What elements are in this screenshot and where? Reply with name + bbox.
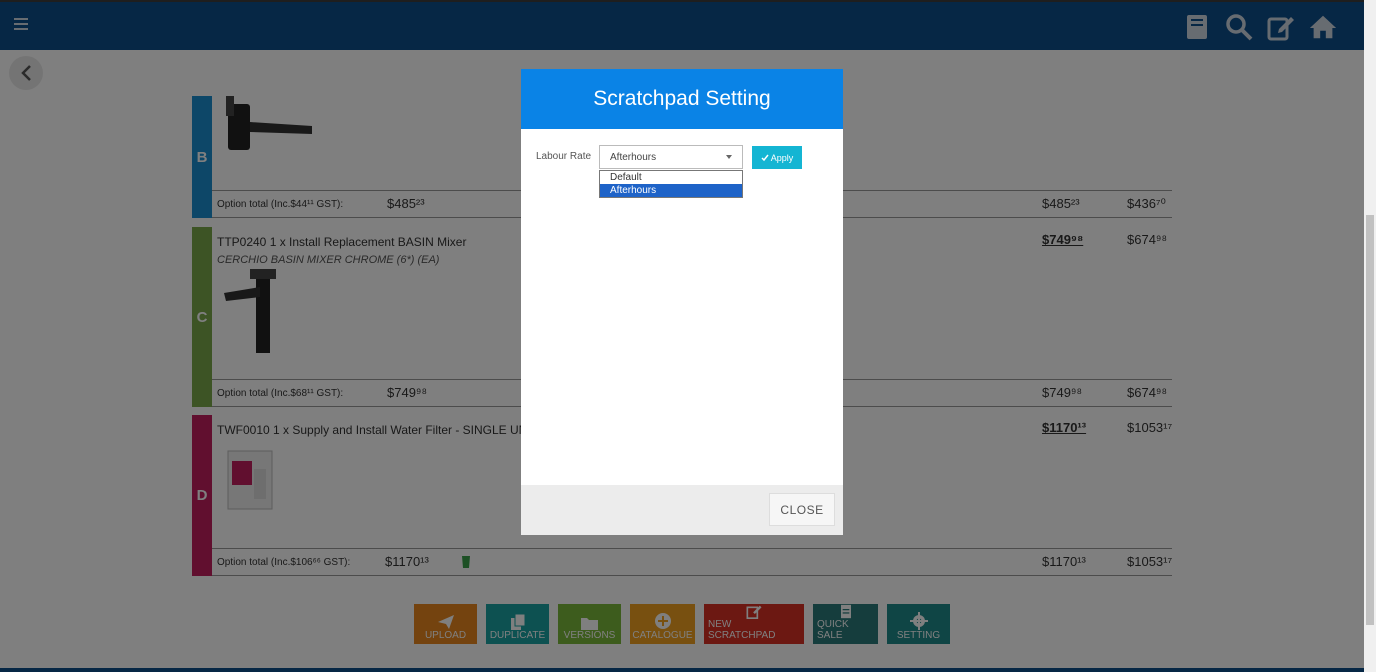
check-icon xyxy=(761,154,769,161)
scratchpad-setting-modal: Scratchpad Setting Labour Rate Afterhour… xyxy=(521,69,843,535)
dropdown-option-default[interactable]: Default xyxy=(600,171,742,184)
selected-value: Afterhours xyxy=(610,152,657,163)
dropdown-option-afterhours[interactable]: Afterhours xyxy=(600,184,742,197)
labour-rate-dropdown: Default Afterhours xyxy=(599,170,743,198)
modal-header: Scratchpad Setting xyxy=(521,69,843,129)
labour-rate-label: Labour Rate xyxy=(536,151,592,162)
close-button[interactable]: CLOSE xyxy=(769,493,835,526)
modal-body: Labour Rate Afterhours Default Afterhour… xyxy=(521,129,843,485)
modal-title: Scratchpad Setting xyxy=(593,87,771,110)
scrollbar-thumb[interactable] xyxy=(1366,215,1374,625)
modal-footer: CLOSE xyxy=(521,485,843,535)
caret-down-icon xyxy=(726,155,732,159)
labour-rate-select[interactable]: Afterhours xyxy=(599,145,743,169)
page-scrollbar[interactable] xyxy=(1364,0,1376,672)
apply-button[interactable]: Apply xyxy=(752,146,802,169)
